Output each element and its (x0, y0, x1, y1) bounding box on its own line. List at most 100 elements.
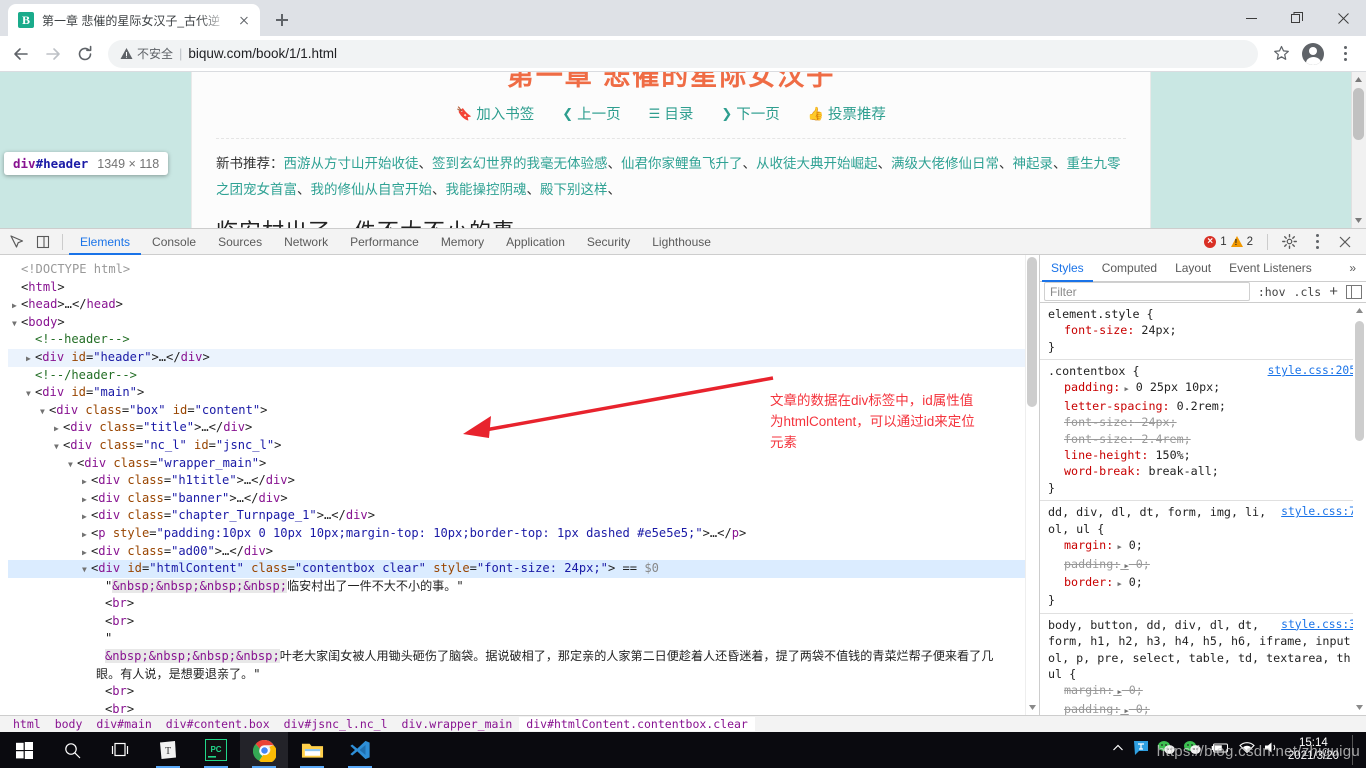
style-property[interactable]: font-size: 24px; (1048, 414, 1358, 430)
styles-new-rule-plus-icon[interactable]: + (1329, 283, 1338, 300)
breadcrumb[interactable]: htmlbodydiv#maindiv#content.boxdiv#jsnc_… (0, 715, 1366, 732)
breadcrumb-item[interactable]: html (6, 717, 48, 731)
devtools-tab-network[interactable]: Network (273, 229, 339, 255)
device-toolbar-icon[interactable] (30, 230, 56, 254)
devtools-tab-elements[interactable]: Elements (69, 229, 141, 255)
style-property-value[interactable]: 24px; (1134, 323, 1176, 337)
dom-tree-row[interactable]: <head>…</head> (8, 296, 1039, 314)
recommend-link[interactable]: 满级大佬修仙日常 (891, 156, 999, 171)
triangle-down-icon[interactable] (54, 438, 63, 456)
styles-scrollbar-thumb[interactable] (1355, 321, 1364, 441)
address-bar[interactable]: 不安全 | biquw.com/book/1/1.html (108, 40, 1258, 68)
triangle-down-icon[interactable] (12, 315, 21, 333)
nav-next-page[interactable]: ❯下一页 (721, 103, 779, 124)
devtools-close-icon[interactable] (1332, 230, 1358, 254)
triangle-right-icon[interactable] (82, 508, 91, 526)
vscode-app[interactable] (336, 732, 384, 768)
styles-rules-list[interactable]: element.style {font-size: 24px;}style.cs… (1040, 303, 1366, 715)
style-rule-selector[interactable]: element.style { (1048, 306, 1358, 322)
recommend-link[interactable]: 我的修仙从自宫开始 (311, 182, 433, 197)
file-explorer-app[interactable] (288, 732, 336, 768)
style-property-name[interactable]: margin: (1064, 538, 1113, 552)
web-page-viewport[interactable]: 第一章 悲催的星际女汉子 🔖加入书签 ❮上一页 ☰目录 ❯下一页 👍投票推荐 新… (0, 72, 1366, 228)
dom-tree[interactable]: <!DOCTYPE html><html><head>…</head><body… (0, 255, 1039, 715)
styles-tab-layout[interactable]: Layout (1166, 255, 1220, 282)
dom-tree-row[interactable]: <!--header--> (8, 331, 1039, 349)
triangle-right-icon[interactable] (82, 526, 91, 544)
recommend-link[interactable]: 神起录 (1013, 156, 1054, 171)
style-property[interactable]: line-height: 150%; (1048, 447, 1358, 463)
new-tab-button[interactable] (268, 6, 296, 34)
triangle-right-icon[interactable] (26, 350, 35, 368)
style-rule[interactable]: style.css:205.contentbox {padding: ▶ 0 2… (1040, 360, 1366, 501)
dom-tree-row[interactable]: <br> (8, 701, 1039, 715)
style-property-value[interactable]: 0 25px 10px; (1129, 380, 1220, 394)
style-property[interactable]: padding: ▶ 0 25px 10px; (1048, 379, 1358, 397)
style-property-name[interactable]: font-size: (1064, 323, 1134, 337)
style-rule[interactable]: style.css:7dd, div, dl, dt, form, img, l… (1040, 501, 1366, 613)
scroll-down-arrow-icon[interactable] (1354, 216, 1363, 225)
style-property-expand-icon[interactable]: ▶ (1113, 580, 1121, 588)
tray-ime-icon[interactable] (1133, 740, 1149, 761)
style-property[interactable]: font-size: 2.4rem; (1048, 431, 1358, 447)
dom-tree-row[interactable]: <br> (8, 595, 1039, 613)
style-property-value[interactable]: 0; (1122, 538, 1143, 552)
styles-tab-computed[interactable]: Computed (1093, 255, 1166, 282)
window-close-button[interactable] (1320, 0, 1366, 36)
styles-tab-styles[interactable]: Styles (1042, 255, 1093, 282)
dom-tree-row[interactable]: <html> (8, 279, 1039, 297)
dom-tree-row[interactable]: ⋯<div id="htmlContent" class="contentbox… (8, 560, 1039, 578)
dom-scroll-down-arrow-icon[interactable] (1028, 703, 1037, 712)
recommend-link[interactable]: 签到玄幻世界的我毫无体验感 (432, 156, 608, 171)
dom-tree-row[interactable]: <div class="wrapper_main"> (8, 455, 1039, 473)
back-button[interactable] (6, 39, 36, 69)
devtools-tab-performance[interactable]: Performance (339, 229, 430, 255)
dom-scrollbar[interactable] (1025, 255, 1039, 715)
recommend-link[interactable]: 从收徒大典开始崛起 (756, 156, 878, 171)
style-property[interactable]: margin: ▶ 0; (1048, 682, 1358, 700)
breadcrumb-item[interactable]: div#content.box (159, 717, 277, 731)
style-property-expand-icon[interactable]: ▶ (1120, 562, 1128, 570)
style-rule[interactable]: element.style {font-size: 24px;} (1040, 303, 1366, 360)
devtools-tab-security[interactable]: Security (576, 229, 641, 255)
styles-sidebar-toggle-icon[interactable] (1346, 285, 1362, 299)
nav-toc[interactable]: ☰目录 (649, 103, 694, 124)
dom-tree-row[interactable]: <br> (8, 683, 1039, 701)
typora-app[interactable]: T (144, 732, 192, 768)
dom-tree-pane[interactable]: <!DOCTYPE html><html><head>…</head><body… (0, 255, 1040, 715)
style-property[interactable]: padding: ▶ 0; (1048, 556, 1358, 574)
triangle-right-icon[interactable] (54, 420, 63, 438)
style-rule-source-link[interactable]: style.css:7 (1281, 504, 1356, 520)
chrome-menu-button[interactable] (1330, 39, 1360, 69)
dom-tree-row[interactable]: <div class="banner">…</div> (8, 490, 1039, 508)
devtools-more-menu-icon[interactable] (1304, 230, 1330, 254)
style-property-value[interactable]: 0; (1129, 702, 1150, 715)
nav-prev-page[interactable]: ❮上一页 (562, 103, 620, 124)
dom-tree-row[interactable]: <!DOCTYPE html> (8, 261, 1039, 279)
style-property-name[interactable]: font-size: (1064, 432, 1134, 446)
bookmark-star-icon[interactable] (1266, 39, 1296, 69)
task-view-button[interactable] (96, 732, 144, 768)
breadcrumb-item[interactable]: body (48, 717, 90, 731)
style-property-name[interactable]: padding: (1064, 557, 1120, 571)
style-property-name[interactable]: font-size: (1064, 415, 1134, 429)
style-property-value[interactable]: 24px; (1134, 415, 1176, 429)
page-scrollbar-thumb[interactable] (1353, 88, 1364, 140)
style-rule-source-link[interactable]: style.css:3 (1281, 617, 1356, 633)
tab-close-icon[interactable] (236, 12, 252, 28)
tray-chevron-up-icon[interactable] (1112, 741, 1124, 759)
style-property-value[interactable]: 150%; (1148, 448, 1190, 462)
style-property-name[interactable]: word-break: (1064, 464, 1141, 478)
dom-tree-row[interactable]: <div id="header">…</div> (8, 349, 1039, 367)
style-property-name[interactable]: margin: (1064, 683, 1113, 697)
styles-hov-button[interactable]: :hov (1258, 285, 1286, 299)
page-scrollbar[interactable] (1351, 72, 1366, 228)
style-property-expand-icon[interactable]: ▶ (1120, 707, 1128, 715)
styles-tab-event-listeners[interactable]: Event Listeners (1220, 255, 1321, 282)
style-property[interactable]: word-break: break-all; (1048, 463, 1358, 479)
styles-cls-button[interactable]: .cls (1294, 285, 1322, 299)
style-property[interactable]: border: ▶ 0; (1048, 574, 1358, 592)
triangle-down-icon[interactable] (82, 561, 91, 579)
style-property-value[interactable]: 0; (1122, 575, 1143, 589)
styles-filter-input[interactable]: Filter (1044, 282, 1250, 301)
